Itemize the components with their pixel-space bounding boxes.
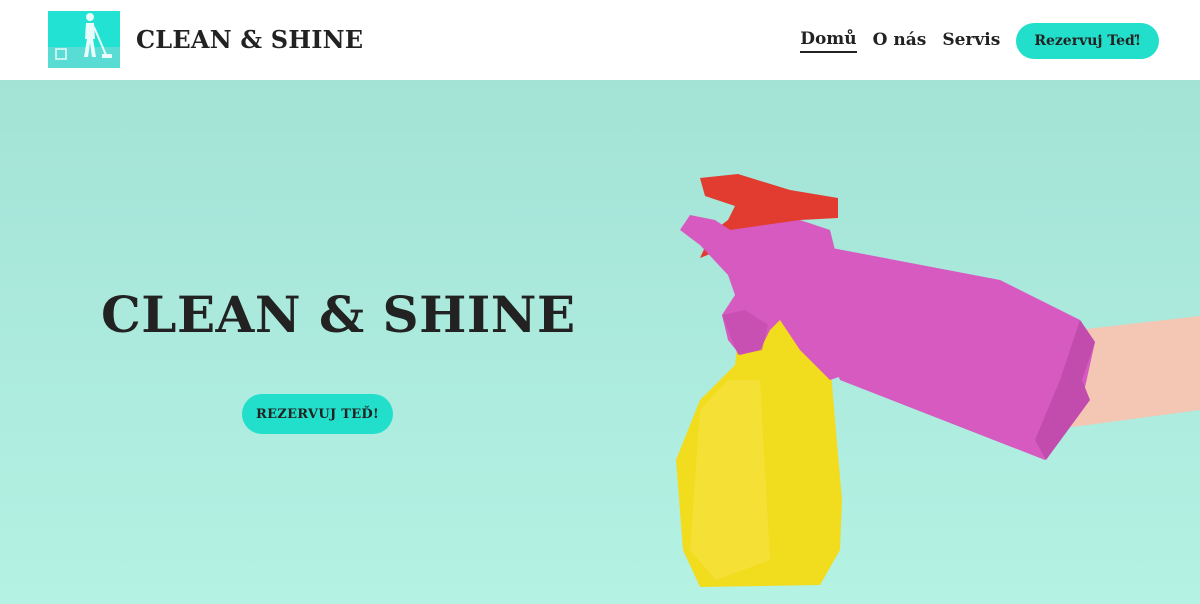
nav-item-servis[interactable]: Servis xyxy=(942,30,1000,52)
nav-item-domu[interactable]: Domů xyxy=(800,29,857,53)
hero-reserve-button[interactable]: REZERVUJ TEĎ! xyxy=(242,394,393,434)
cleaner-mopping-icon xyxy=(48,11,120,68)
brand-name[interactable]: CLEAN & SHINE xyxy=(136,25,363,54)
hero-section: CLEAN & SHINE REZERVUJ TEĎ! xyxy=(0,80,1200,604)
hero-title: CLEAN & SHINE xyxy=(101,285,576,344)
main-nav: Domů O nás Servis Rezervuj Teď! xyxy=(800,21,1159,60)
logo[interactable] xyxy=(48,11,120,68)
site-header: CLEAN & SHINE Domů O nás Servis Rezervuj… xyxy=(0,0,1200,80)
nav-item-o-nas[interactable]: O nás xyxy=(873,30,927,52)
header-reserve-button[interactable]: Rezervuj Teď! xyxy=(1016,22,1159,59)
